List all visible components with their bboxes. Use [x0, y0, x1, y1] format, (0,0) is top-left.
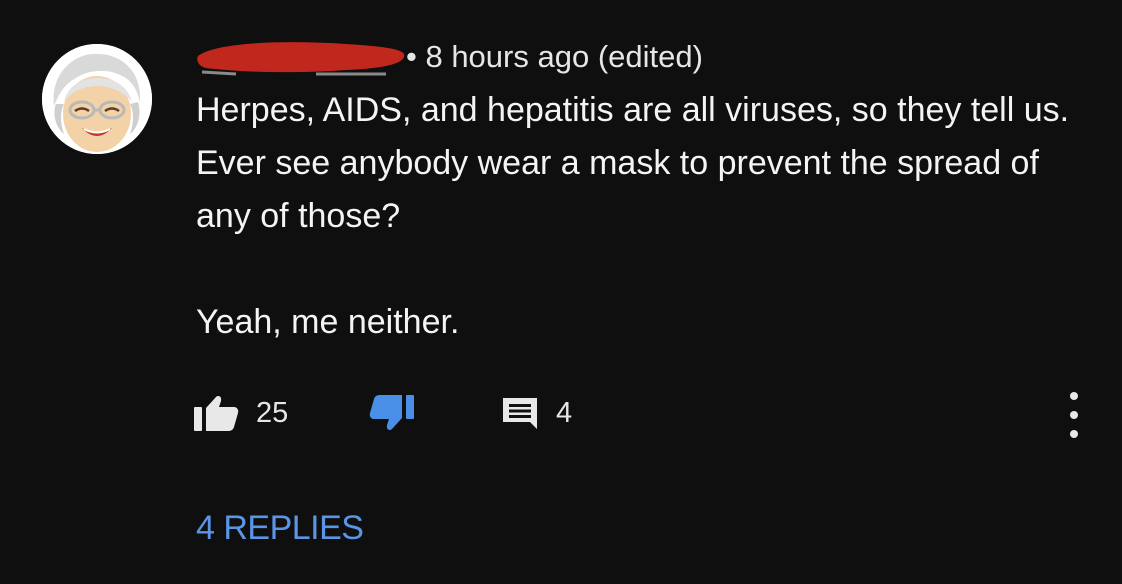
- like-count: 25: [256, 396, 289, 429]
- comment-header: • 8 hours ago (edited): [196, 30, 896, 80]
- avatar-image: [42, 44, 152, 154]
- more-vertical-icon-dot: [1070, 392, 1078, 400]
- like-button[interactable]: 25: [192, 388, 288, 438]
- thumbs-down-icon: [369, 395, 414, 430]
- comment-thread: • 8 hours ago (edited) Herpes, AIDS, and…: [0, 0, 1122, 584]
- more-options-button[interactable]: [1060, 392, 1088, 438]
- comment-body-paragraph: Herpes, AIDS, and hepatitis are all viru…: [196, 91, 1070, 235]
- comment-body-paragraph: Yeah, me neither.: [196, 303, 460, 341]
- avatar[interactable]: [42, 44, 152, 154]
- comment-timestamp: • 8 hours ago (edited): [406, 39, 703, 74]
- reply-button[interactable]: 4: [500, 388, 572, 438]
- thumbs-up-icon: [194, 396, 239, 431]
- view-replies-button[interactable]: 4 REPLIES: [196, 506, 364, 550]
- comment-icon: [503, 398, 537, 429]
- reply-count: 4: [556, 396, 573, 429]
- more-vertical-icon-dot: [1070, 411, 1078, 419]
- comment-body: Herpes, AIDS, and hepatitis are all viru…: [196, 84, 1096, 349]
- redacted-author-name: [197, 42, 405, 76]
- dislike-button[interactable]: [368, 388, 416, 438]
- comment-action-bar: 25 4: [192, 388, 1092, 438]
- more-vertical-icon-dot: [1070, 430, 1078, 438]
